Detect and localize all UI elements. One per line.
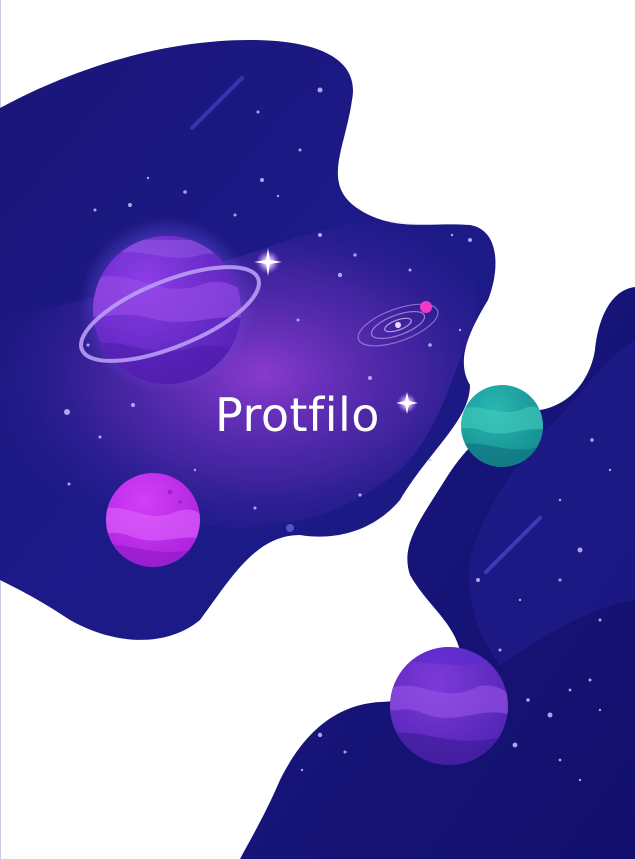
pink-moon-icon xyxy=(420,301,432,313)
page-title: Protfilo xyxy=(215,388,380,442)
